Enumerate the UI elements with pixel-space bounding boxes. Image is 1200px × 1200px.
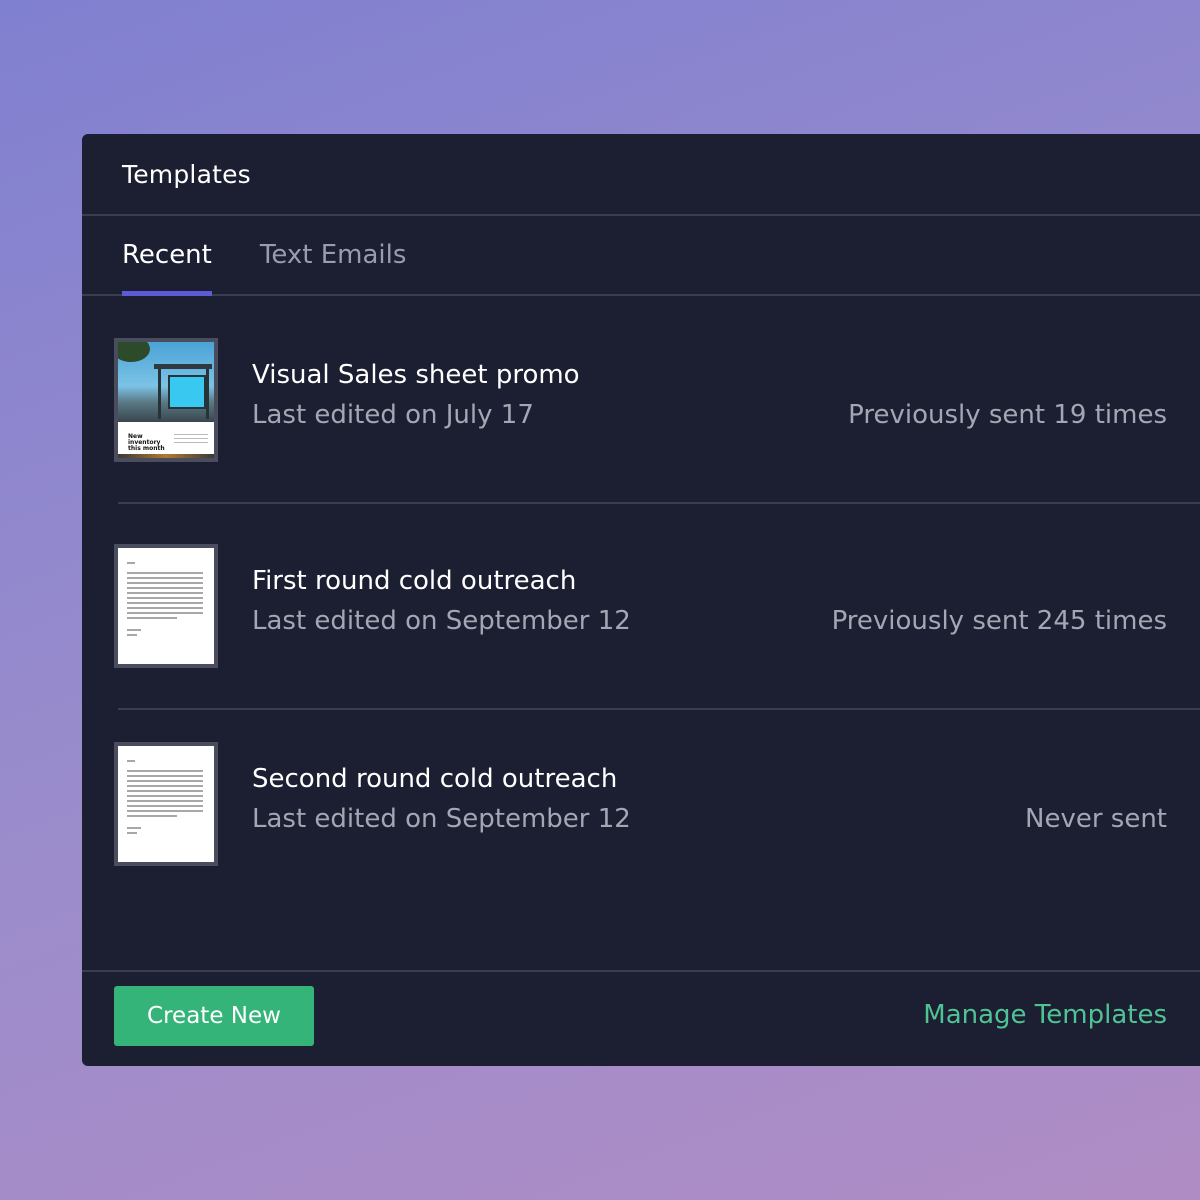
template-sent-count: Previously sent 245 times	[831, 606, 1167, 636]
template-edited: Last edited on September 12	[252, 606, 631, 636]
document-lines	[127, 562, 203, 639]
template-sent-count: Never sent	[1025, 804, 1167, 834]
template-sent-count: Previously sent 19 times	[848, 400, 1167, 430]
template-edited: Last edited on September 12	[252, 804, 631, 834]
create-new-button[interactable]: Create New	[114, 986, 314, 1046]
template-edited: Last edited on July 17	[252, 400, 534, 430]
thumbnail-body-lines	[174, 434, 208, 446]
tab-text-emails[interactable]: Text Emails	[260, 216, 407, 294]
template-row[interactable]: First round cold outreach Last edited on…	[82, 504, 1200, 710]
template-row[interactable]: New inventory this month Visual Sales sh…	[82, 296, 1200, 502]
manage-templates-link[interactable]: Manage Templates	[923, 1000, 1167, 1030]
panel-title: Templates	[122, 159, 251, 189]
shelter-post	[206, 369, 209, 419]
thumbnail-text-area: New inventory this month	[118, 422, 214, 458]
template-name: Second round cold outreach	[252, 764, 618, 794]
billboard-screen	[168, 375, 206, 409]
template-row[interactable]: Second round cold outreach Last edited o…	[82, 710, 1200, 916]
bus-shelter-photo	[118, 342, 214, 422]
tree-shape	[118, 342, 150, 362]
thumbnail-caption: New inventory this month	[128, 433, 165, 452]
shelter-roof	[154, 364, 212, 369]
tab-recent[interactable]: Recent	[122, 216, 212, 296]
shelter-post	[158, 369, 161, 419]
tab-bar: Recent Text Emails	[82, 216, 1200, 296]
template-thumbnail-document	[114, 544, 218, 668]
template-thumbnail-document	[114, 742, 218, 866]
template-thumbnail-image: New inventory this month	[114, 338, 218, 462]
panel-header: Templates	[82, 134, 1200, 216]
document-lines	[127, 760, 203, 837]
panel-footer: Create New Manage Templates	[82, 970, 1200, 1066]
template-name: First round cold outreach	[252, 566, 577, 596]
template-name: Visual Sales sheet promo	[252, 360, 580, 390]
thumbnail-strip	[118, 454, 214, 458]
templates-panel: Templates Recent Text Emails New invento…	[82, 134, 1200, 1066]
